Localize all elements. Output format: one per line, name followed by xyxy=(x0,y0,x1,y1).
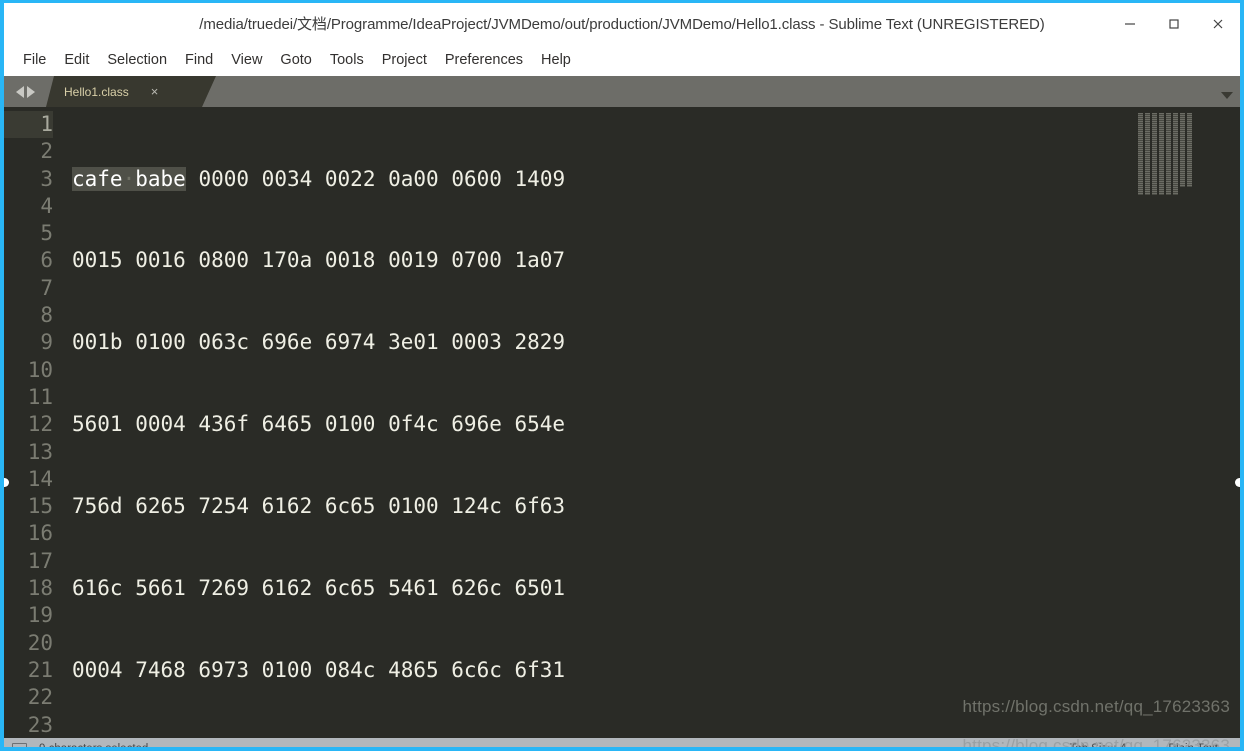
menu-item-tools[interactable]: Tools xyxy=(321,49,373,71)
menu-item-preferences[interactable]: Preferences xyxy=(436,49,532,71)
tab-close-icon[interactable]: × xyxy=(151,85,159,98)
status-bar: 9 characters selected Tab Size: 4 Plain … xyxy=(4,736,1240,751)
selection-suffix: babe xyxy=(135,166,186,191)
maximize-icon xyxy=(1169,18,1179,29)
menu-item-find[interactable]: Find xyxy=(176,49,222,71)
line-number: 2 xyxy=(40,139,53,164)
line-number: 22 xyxy=(27,685,53,710)
menu-item-help[interactable]: Help xyxy=(532,49,580,71)
menu-item-edit[interactable]: Edit xyxy=(55,49,98,71)
line-number: 9 xyxy=(40,330,53,355)
close-icon xyxy=(1213,19,1223,28)
chevron-down-icon[interactable] xyxy=(1221,92,1233,99)
pane-icon[interactable] xyxy=(12,743,27,747)
window-controls xyxy=(1108,3,1240,44)
code-line-1-rest: 0000 0034 0022 0a00 0600 1409 xyxy=(185,166,566,191)
sublime-text-window: /media/truedei/文档/Programme/IdeaProject/… xyxy=(0,0,1244,751)
minimap[interactable] xyxy=(1134,107,1202,738)
code-text[interactable]: cafe·babe 0000 0034 0022 0a00 0600 1409 … xyxy=(62,107,565,738)
line-number: 12 xyxy=(27,412,53,437)
close-button[interactable] xyxy=(1196,3,1240,44)
code-line-2[interactable]: 0015 0016 0800 170a 0018 0019 0700 1a07 xyxy=(72,247,565,274)
line-number: 10 xyxy=(27,357,53,382)
tab-size-status[interactable]: Tab Size: 4 xyxy=(1069,743,1126,748)
menu-item-selection[interactable]: Selection xyxy=(98,49,176,71)
selection-prefix: cafe xyxy=(72,166,123,191)
line-number: 19 xyxy=(27,603,53,628)
minimap-content xyxy=(1138,113,1196,195)
code-line-6[interactable]: 616c 5661 7269 6162 6c65 5461 626c 6501 xyxy=(72,575,565,602)
line-number: 5 xyxy=(40,221,53,246)
editor-area[interactable]: 1 2 3 4 5 6 7 8 9 10 11 12 13 14 15 16 1… xyxy=(4,107,1240,738)
code-line-3[interactable]: 001b 0100 063c 696e 6974 3e01 0003 2829 xyxy=(72,329,565,356)
line-number: 6 xyxy=(40,248,53,273)
menu-bar: File Edit Selection Find View Goto Tools… xyxy=(4,44,1240,76)
status-right-group: Tab Size: 4 Plain Text xyxy=(1069,743,1232,748)
code-line-5[interactable]: 756d 6265 7254 6162 6c65 0100 124c 6f63 xyxy=(72,493,565,520)
menu-item-goto[interactable]: Goto xyxy=(271,49,320,71)
line-number: 21 xyxy=(27,657,53,682)
code-line-1[interactable]: cafe·babe 0000 0034 0022 0a00 0600 1409 xyxy=(72,166,565,193)
tab-label: Hello1.class xyxy=(64,84,129,99)
right-edge-marker xyxy=(1235,478,1240,487)
title-bar: /media/truedei/文档/Programme/IdeaProject/… xyxy=(4,3,1240,44)
menu-item-project[interactable]: Project xyxy=(373,49,436,71)
line-number: 11 xyxy=(27,384,53,409)
line-number: 1 xyxy=(4,111,53,139)
line-number: 13 xyxy=(27,439,53,464)
tab-bar: Hello1.class × xyxy=(4,76,1240,107)
code-view[interactable]: 1 2 3 4 5 6 7 8 9 10 11 12 13 14 15 16 1… xyxy=(4,107,565,738)
line-number: 16 xyxy=(27,521,53,546)
minimap-line-mask xyxy=(1138,113,1196,195)
code-line-4[interactable]: 5601 0004 436f 6465 0100 0f4c 696e 654e xyxy=(72,411,565,438)
prev-tab-icon[interactable] xyxy=(15,85,24,98)
line-number: 15 xyxy=(27,494,53,519)
line-number: 17 xyxy=(27,548,53,573)
line-number: 4 xyxy=(40,193,53,218)
minimize-icon xyxy=(1125,22,1135,25)
line-number: 14 xyxy=(27,466,53,491)
line-number: 7 xyxy=(40,275,53,300)
tab-hello1-class[interactable]: Hello1.class × xyxy=(46,76,216,107)
line-number: 18 xyxy=(27,576,53,601)
line-number-gutter: 1 2 3 4 5 6 7 8 9 10 11 12 13 14 15 16 1… xyxy=(4,107,62,738)
window-title: /media/truedei/文档/Programme/IdeaProject/… xyxy=(199,16,1045,33)
window-bottom-nub xyxy=(615,747,629,751)
menu-item-view[interactable]: View xyxy=(222,49,271,71)
next-tab-icon[interactable] xyxy=(26,85,35,98)
syntax-status[interactable]: Plain Text xyxy=(1168,743,1218,748)
tab-nav-arrows[interactable] xyxy=(4,76,46,107)
line-number: 8 xyxy=(40,303,53,328)
line-number: 3 xyxy=(40,166,53,191)
minimize-button[interactable] xyxy=(1108,3,1152,44)
selection-status: 9 characters selected xyxy=(39,742,149,751)
line-number: 23 xyxy=(27,712,53,737)
menu-item-file[interactable]: File xyxy=(14,49,55,71)
code-line-7[interactable]: 0004 7468 6973 0100 084c 4865 6c6c 6f31 xyxy=(72,657,565,684)
maximize-button[interactable] xyxy=(1152,3,1196,44)
line-number: 20 xyxy=(27,630,53,655)
selected-text: cafe·babe xyxy=(72,166,186,191)
space-dot-glyph: · xyxy=(122,166,136,191)
